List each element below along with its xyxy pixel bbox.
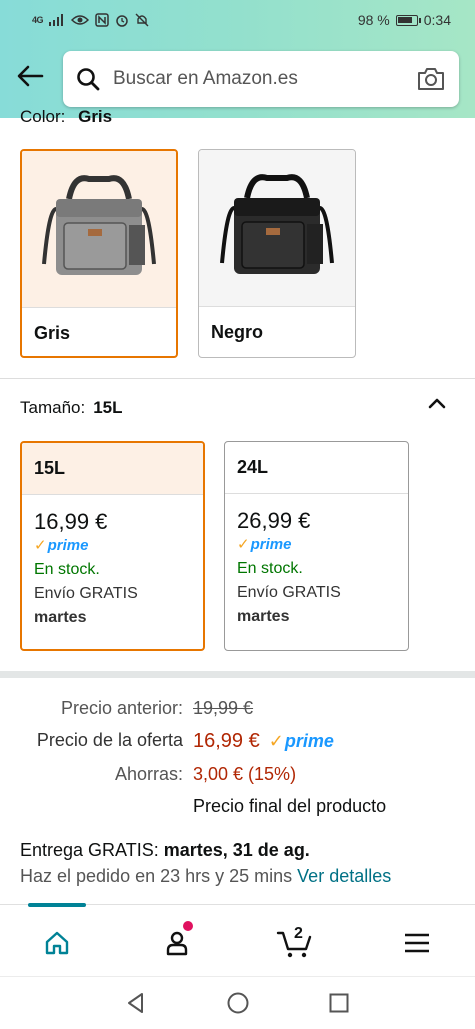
clock: 0:34	[423, 12, 451, 28]
status-bar: 4G 98 % 0:34	[0, 0, 475, 40]
final-price-note: Precio final del producto	[193, 796, 387, 816]
nav-account[interactable]	[157, 921, 197, 963]
product-image-black	[199, 150, 355, 306]
account-icon	[166, 931, 188, 956]
shipping-text: Envío GRATIS	[34, 585, 138, 602]
signal-icon	[49, 14, 64, 26]
cart-count: 2	[294, 925, 303, 942]
search-input[interactable]	[113, 68, 415, 90]
size-option-price: 26,99 €	[237, 508, 311, 533]
deal-price-label: Precio de la oferta	[36, 730, 183, 750]
notification-dot	[183, 921, 193, 931]
delivery-info: Entrega GRATIS: martes, 31 de ag.	[20, 840, 310, 861]
size-label: Tamaño: 15L	[20, 398, 123, 418]
size-option-15l[interactable]: 15L 16,99 € ✓ prime En stock. Envío GRATI…	[20, 441, 205, 651]
section-divider-thick	[0, 671, 475, 678]
camera-icon[interactable]	[415, 63, 447, 95]
battery-percent: 98 %	[357, 12, 390, 28]
savings-value: 3,00 € (15%)	[193, 764, 297, 784]
deal-price-group: 16,99 € ✓ prime	[193, 730, 334, 753]
size-option-price: 16,99 €	[34, 509, 108, 534]
color-label-partial: Color: Gris	[20, 105, 220, 125]
mute-bell-icon	[135, 13, 149, 27]
back-triangle-icon[interactable]	[124, 991, 148, 1015]
alarm-icon	[116, 15, 128, 27]
nav-cart[interactable]: 2	[276, 923, 316, 963]
color-swatch-gris[interactable]: Gris	[20, 149, 178, 358]
product-image-grey	[22, 151, 176, 307]
size-label-text: Tamaño:	[20, 398, 86, 417]
prime-check-icon: ✓	[237, 536, 250, 553]
bottom-navigation: 2	[0, 903, 475, 976]
color-label-text: Color:	[20, 107, 66, 125]
active-tab-indicator	[28, 903, 86, 907]
shipping-text: Envío GRATIS	[237, 584, 341, 601]
savings-label: Ahorras:	[114, 764, 183, 784]
prime-check-icon: ✓	[268, 731, 284, 751]
recents-square-icon[interactable]	[327, 991, 351, 1015]
delivery-prefix: Entrega GRATIS:	[20, 840, 159, 860]
prime-badge: ✓ prime	[34, 536, 89, 555]
back-arrow-icon[interactable]	[14, 60, 46, 92]
stock-status: En stock.	[34, 561, 100, 578]
stock-status: En stock.	[237, 560, 303, 577]
see-details-link[interactable]: Ver detalles	[297, 866, 391, 886]
nfc-icon	[95, 13, 109, 27]
color-swatch-label: Negro	[199, 306, 355, 357]
delivery-date: martes, 31 de ag.	[163, 840, 310, 860]
network-type: 4G	[32, 14, 44, 25]
size-option-24l[interactable]: 24L 26,99 € ✓ prime En stock. Envío GRATI…	[224, 441, 409, 651]
system-navigation-bar	[0, 976, 475, 1029]
home-circle-icon[interactable]	[226, 991, 250, 1015]
menu-icon	[405, 933, 429, 953]
home-icon	[45, 931, 69, 955]
prime-badge: ✓ prime	[269, 731, 334, 752]
cooler-bag-black-image	[220, 174, 334, 274]
prime-badge: ✓ prime	[237, 535, 292, 554]
size-option-label: 24L	[225, 442, 408, 494]
nav-menu[interactable]	[397, 923, 437, 963]
order-countdown-text: Haz el pedido en 23 hrs y 25 mins	[20, 866, 293, 886]
cooler-bag-grey-image	[42, 175, 156, 275]
eye-icon	[71, 15, 90, 25]
prime-text: prime	[250, 535, 292, 553]
size-option-label: 15L	[22, 443, 203, 495]
color-swatch-negro[interactable]: Negro	[198, 149, 356, 358]
color-swatch-label: Gris	[22, 307, 176, 356]
color-selected-value: Gris	[78, 107, 113, 125]
prime-text: prime	[284, 731, 334, 751]
deal-price-value: 16,99 €	[193, 730, 260, 752]
section-divider	[0, 378, 475, 379]
prime-text: prime	[47, 536, 89, 554]
size-selected-value: 15L	[93, 398, 123, 417]
previous-price-label: Precio anterior:	[60, 698, 183, 718]
search-icon	[77, 68, 100, 91]
delivery-day: martes	[237, 608, 290, 625]
chevron-up-icon[interactable]	[426, 393, 448, 415]
prime-check-icon: ✓	[34, 537, 47, 554]
nav-home[interactable]	[37, 923, 77, 963]
delivery-day: martes	[34, 609, 87, 626]
search-bar[interactable]	[63, 51, 459, 107]
battery-icon	[395, 14, 421, 26]
previous-price-value: 19,99 €	[193, 698, 254, 718]
order-countdown: Haz el pedido en 23 hrs y 25 mins Ver de…	[20, 866, 391, 887]
